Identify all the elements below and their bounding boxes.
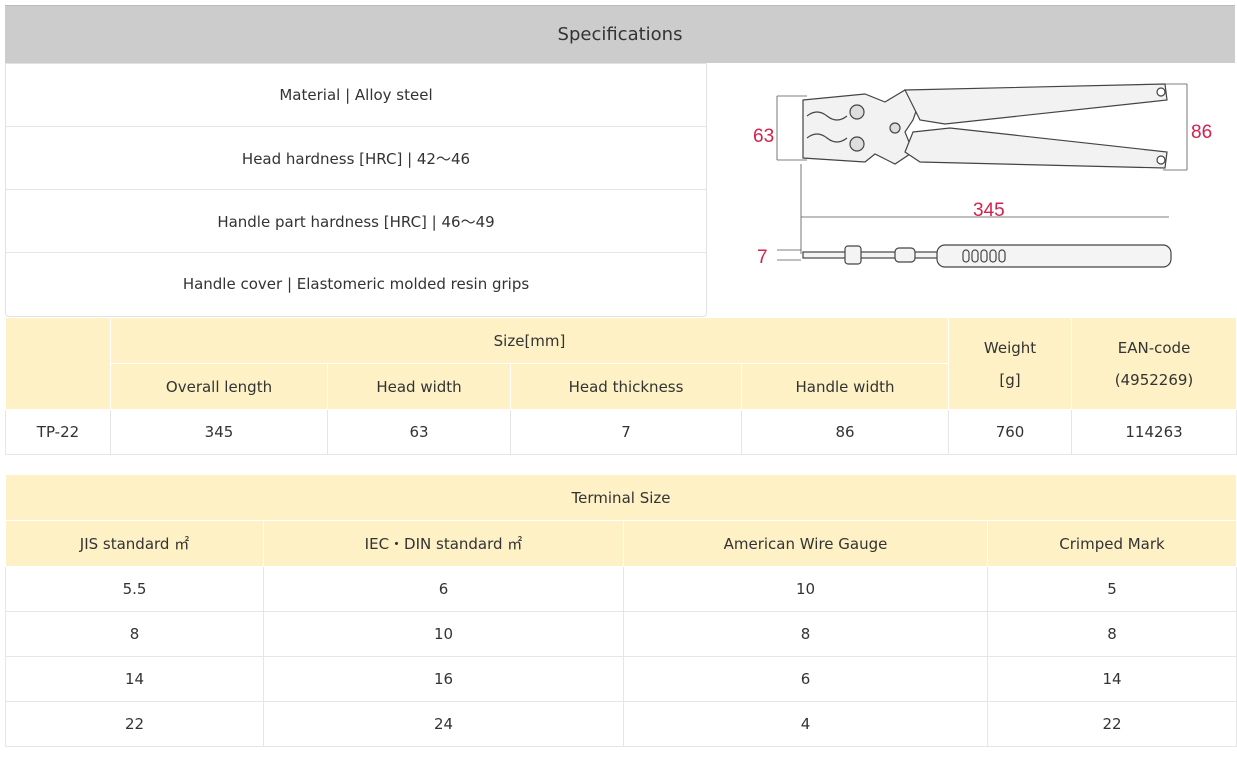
model-header [5,317,111,410]
awg-cell: 4 [623,701,988,747]
handle-width-cell: 86 [740,409,950,455]
terminal-size-title: Terminal Size [4,474,1237,521]
table-row: 14 16 6 14 [5,656,1237,702]
crimper-side-view [802,244,1172,268]
head-thickness-label: 7 [757,247,768,268]
jis-header: JIS standard ㎡ [5,520,264,567]
weight-unit: [g] [999,370,1021,389]
jis-cell: 5.5 [5,566,264,612]
awg-cell: 6 [623,656,988,702]
head-width-cell: 63 [327,409,511,455]
size-table: Size[mm] Weight [g] EAN-code (4952269) O… [5,317,1237,455]
head-hardness-row: Head hardness [HRC] | 42〜46 [6,127,706,190]
ean-header: EAN-code (4952269) [1071,317,1237,410]
weight-header: Weight [g] [948,317,1073,410]
table-row: 5.5 6 10 5 [5,566,1237,612]
terminal-size-table: Terminal Size JIS standard ㎡ IEC・DIN sta… [4,474,1237,747]
ean-cell: 114263 [1071,409,1237,455]
jis-cell: 8 [5,611,264,657]
crimped-mark-header: Crimped Mark [986,520,1237,567]
table-row: TP-22 345 63 7 86 760 114263 [5,409,1237,455]
weight-header-label: Weight [983,338,1037,357]
crimped-mark-cell: 22 [986,701,1237,747]
page-title: Specifications [557,24,683,45]
head-thickness-cell: 7 [510,409,742,455]
iec-din-cell: 24 [263,701,624,747]
size-group-header: Size[mm] [109,317,950,364]
tool-dimension-diagram: 63 86 345 7 [753,83,1212,268]
material-row: Material | Alloy steel [6,64,706,127]
iec-din-cell: 10 [263,611,624,657]
table-row: 8 10 8 8 [5,611,1237,657]
awg-cell: 10 [623,566,988,612]
specifications-header: Specifications [5,5,1235,63]
overall-length-cell: 345 [110,409,328,455]
ean-prefix: (4952269) [1114,370,1194,389]
material-list: Material | Alloy steel Head hardness [HR… [5,63,707,317]
crimped-mark-cell: 5 [986,566,1237,612]
handle-width-header: Handle width [740,363,950,410]
iec-din-header: IEC・DIN standard ㎡ [263,520,624,567]
awg-header: American Wire Gauge [623,520,988,567]
table-row: 22 24 4 22 [5,701,1237,747]
head-thickness-header: Head thickness [510,363,742,410]
crimped-mark-cell: 14 [986,656,1237,702]
overall-length-label: 345 [973,200,1005,221]
model-cell: TP-22 [5,409,111,455]
jis-cell: 14 [5,656,264,702]
crimper-top-view [802,83,1168,169]
head-width-label: 63 [753,126,774,147]
handle-cover-row: Handle cover | Elastomeric molded resin … [182,275,530,293]
handle-width-label: 86 [1191,122,1212,143]
weight-cell: 760 [948,409,1073,455]
iec-din-cell: 16 [263,656,624,702]
awg-cell: 8 [623,611,988,657]
head-width-header: Head width [327,363,511,410]
ean-header-label: EAN-code [1117,338,1191,357]
handle-hardness-row: Handle part hardness [HRC] | 46〜49 [6,190,706,253]
crimped-mark-cell: 8 [986,611,1237,657]
jis-cell: 22 [5,701,264,747]
iec-din-cell: 6 [263,566,624,612]
overall-length-header: Overall length [110,363,328,410]
